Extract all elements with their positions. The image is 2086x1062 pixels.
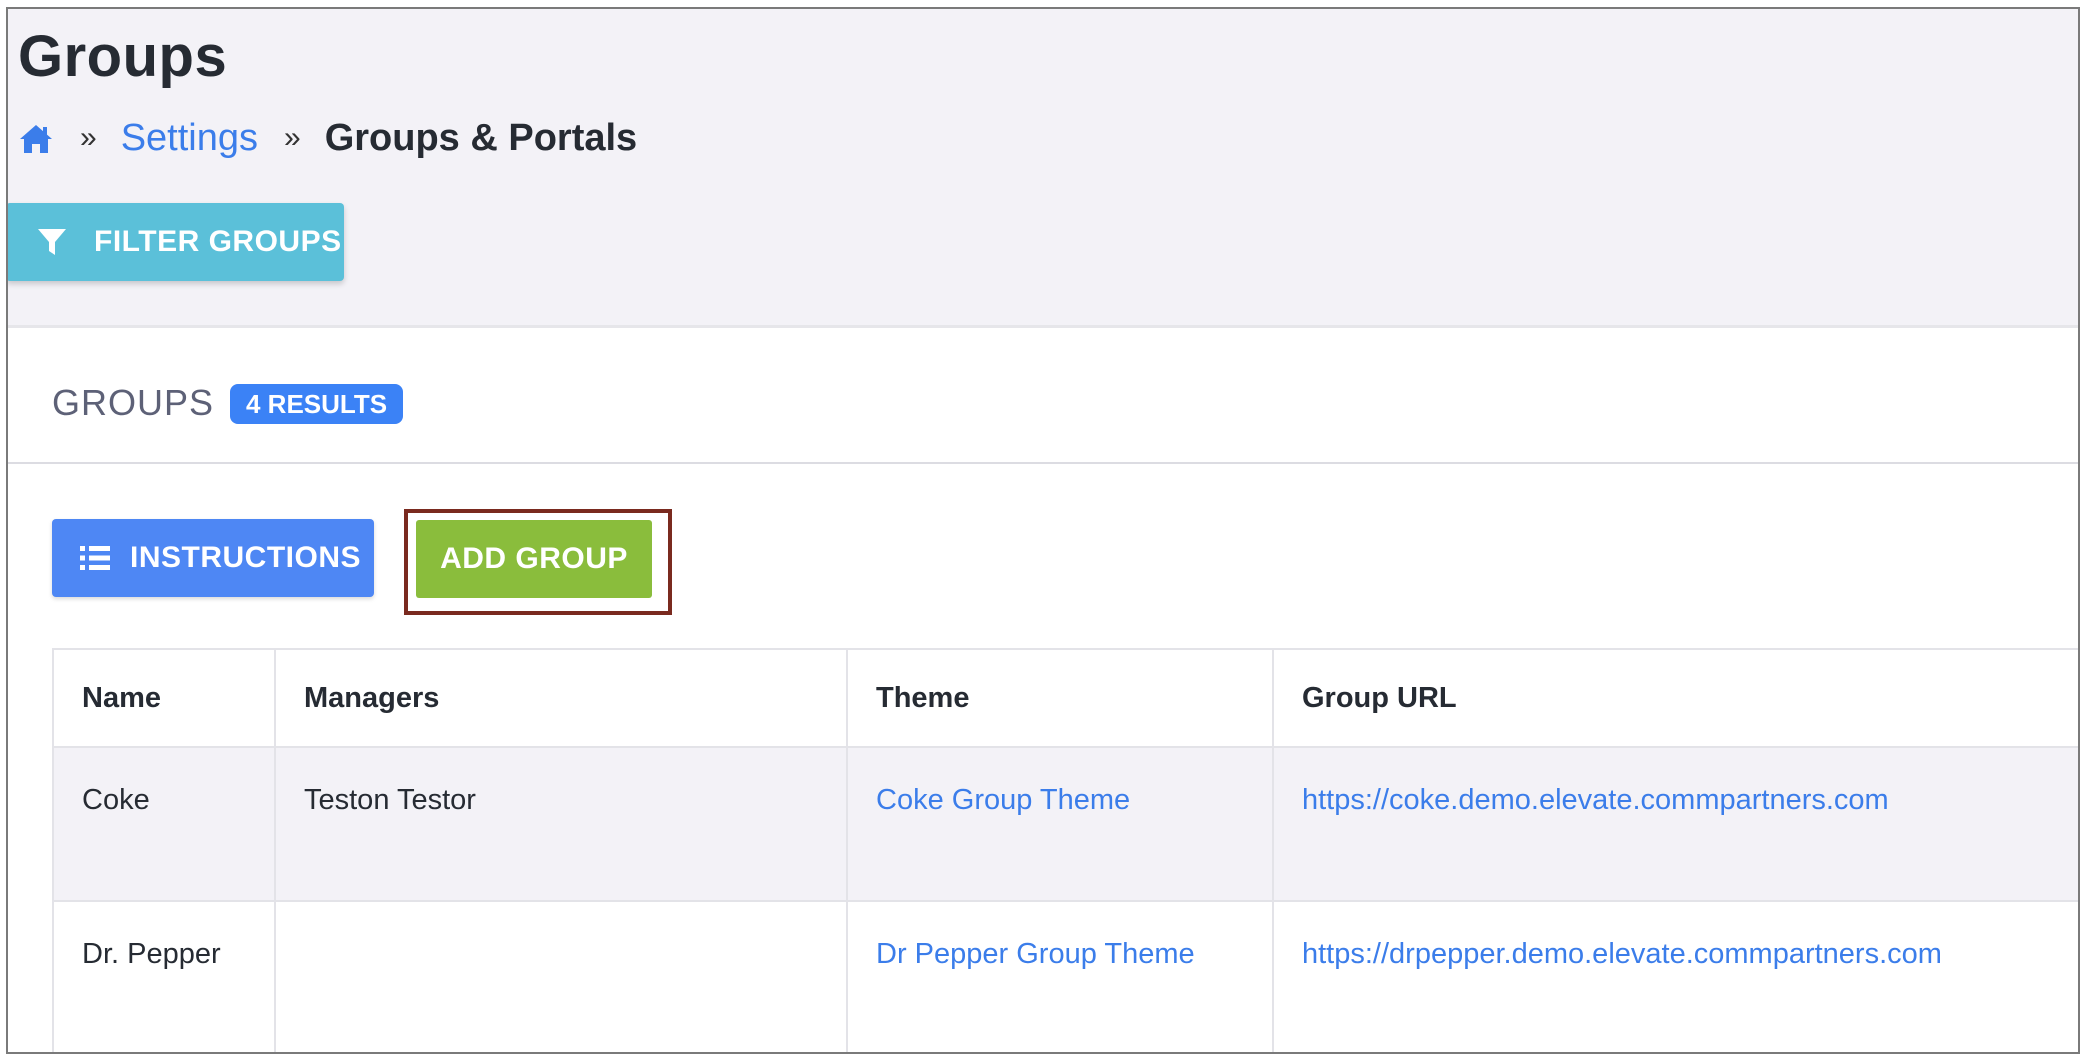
table-row: Dr. Pepper Dr Pepper Group Theme https:/… [52,900,2078,1052]
group-name-cell: Dr. Pepper [52,900,276,1052]
home-icon[interactable] [18,122,54,154]
instructions-button[interactable]: INSTRUCTIONS [52,519,374,597]
panel-header: GROUPS 4 RESULTS [8,328,2078,464]
breadcrumb-separator: » [284,121,301,154]
breadcrumb-current: Groups & Portals [324,116,638,159]
group-managers-cell [274,900,848,1052]
page-title: Groups [18,24,228,89]
breadcrumb-separator: » [80,121,97,154]
group-url-link[interactable]: https://drpepper.demo.elevate.commpartne… [1272,900,2078,1052]
column-header-theme[interactable]: Theme [846,648,1274,748]
groups-table: Name Managers Theme Group URL Coke Testo… [52,648,2078,1052]
group-url-link[interactable]: https://coke.demo.elevate.commpartners.c… [1272,746,2078,902]
column-header-name[interactable]: Name [52,648,276,748]
column-header-group-url[interactable]: Group URL [1272,648,2078,748]
panel-title: GROUPS [52,382,215,423]
group-managers-cell: Teston Testor [274,746,848,902]
list-icon [80,546,110,570]
table-row: Coke Teston Testor Coke Group Theme http… [52,746,2078,902]
breadcrumb: » Settings » Groups & Portals [18,113,637,163]
table-header-row: Name Managers Theme Group URL [52,648,2078,748]
app-frame: Groups » Settings » Groups & Portals FIL… [6,7,2080,1054]
results-badge: 4 RESULTS [230,384,404,424]
breadcrumb-settings-link[interactable]: Settings [121,117,258,160]
groups-panel: GROUPS 4 RESULTS INSTRUCTIONS ADD GROUP … [8,325,2078,1052]
group-theme-link[interactable]: Coke Group Theme [846,746,1274,902]
filter-icon [38,229,66,255]
column-header-managers[interactable]: Managers [274,648,848,748]
filter-groups-label: FILTER GROUPS [94,225,342,258]
group-theme-link[interactable]: Dr Pepper Group Theme [846,900,1274,1052]
group-name-cell: Coke [52,746,276,902]
add-group-button[interactable]: ADD GROUP [416,520,652,598]
filter-groups-button[interactable]: FILTER GROUPS [8,203,344,281]
instructions-label: INSTRUCTIONS [130,541,361,574]
